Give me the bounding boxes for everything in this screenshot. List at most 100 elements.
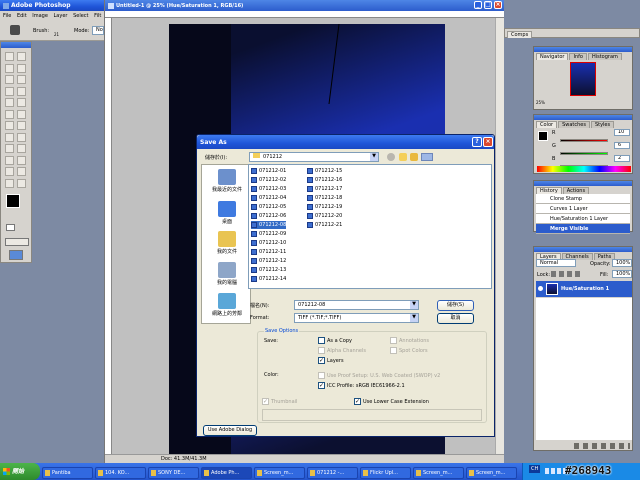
opacity-value[interactable]: 100%	[612, 259, 632, 267]
tool-icon[interactable]	[17, 132, 26, 142]
layers-footer-icons[interactable]	[574, 443, 630, 449]
file-item[interactable]: 071212-11	[251, 248, 286, 256]
tool-icon[interactable]	[17, 109, 26, 119]
place-recent-documents[interactable]: 我最近的文件	[205, 169, 249, 193]
tool-icon[interactable]	[17, 52, 26, 61]
navigator-preview[interactable]	[570, 62, 596, 96]
tool-icon[interactable]	[5, 63, 14, 73]
start-button[interactable]: 開始	[0, 463, 40, 480]
taskbar-item[interactable]: 104. KO...	[95, 467, 146, 479]
dialog-help-button[interactable]: ?	[472, 137, 482, 147]
place-my-documents[interactable]: 我的文件	[205, 231, 249, 255]
menu-filter[interactable]: Filt	[94, 13, 101, 19]
menu-select[interactable]: Select	[73, 13, 88, 19]
layers-checkbox[interactable]: ✓	[318, 357, 325, 364]
layers-option[interactable]: ✓ Layers	[318, 357, 344, 364]
tool-icon[interactable]	[5, 178, 14, 188]
file-item[interactable]: 071212-14	[251, 275, 286, 283]
layer-row[interactable]: Hue/Saturation 1	[536, 281, 632, 297]
maximize-button[interactable]: □	[484, 1, 492, 9]
tool-icon[interactable]	[17, 75, 26, 84]
tool-icon[interactable]	[17, 63, 26, 73]
format-select[interactable]: TIFF (*.TIF;*.TIFF) ▼	[294, 313, 419, 323]
blend-mode-select[interactable]: Normal	[536, 259, 576, 267]
tool-icon[interactable]	[5, 132, 14, 142]
tab-info[interactable]: Info	[569, 53, 587, 60]
tool-icon[interactable]	[5, 144, 14, 153]
tool-icon[interactable]	[17, 144, 26, 153]
jump-to-imageready-icon[interactable]	[9, 250, 23, 260]
save-in-select[interactable]: 071212 ▼	[249, 152, 379, 162]
file-item[interactable]: 071212-19	[307, 203, 342, 211]
menu-edit[interactable]: Edit	[17, 13, 27, 19]
language-indicator[interactable]: CH	[529, 465, 541, 473]
tool-icon[interactable]	[17, 155, 26, 165]
place-desktop[interactable]: 桌面	[205, 201, 249, 225]
foreground-color-swatch[interactable]	[6, 194, 20, 208]
history-item[interactable]: Curves 1 Layer	[536, 204, 630, 214]
tool-icon[interactable]	[5, 98, 14, 107]
menu-image[interactable]: Image	[32, 13, 48, 19]
quick-mask-icon[interactable]	[6, 224, 15, 231]
lowercase-option[interactable]: ✓ Use Lower Case Extension	[354, 398, 429, 405]
minimize-button[interactable]: _	[474, 1, 482, 9]
screen-mode-icon[interactable]	[5, 238, 29, 246]
mode-select[interactable]: No	[92, 26, 104, 35]
history-item[interactable]: Merge Visible	[536, 224, 630, 234]
taskbar-item[interactable]: Flickr Upl...	[360, 467, 411, 479]
tray-icons[interactable]	[545, 468, 565, 474]
tool-icon[interactable]	[5, 121, 14, 130]
brush-tool-icon[interactable]	[10, 25, 20, 35]
tool-icon[interactable]	[5, 167, 14, 176]
eye-icon[interactable]	[538, 286, 543, 291]
place-my-computer[interactable]: 我的電腦	[205, 262, 249, 286]
file-item[interactable]: 071212-05	[251, 203, 286, 211]
tab-actions[interactable]: Actions	[562, 187, 590, 194]
file-item[interactable]: 071212-10	[251, 239, 286, 247]
lowercase-checkbox[interactable]: ✓	[354, 398, 361, 405]
taskbar-item[interactable]: Pantiba	[42, 467, 93, 479]
dialog-close-button[interactable]: ×	[483, 137, 493, 147]
as-copy-checkbox[interactable]	[318, 337, 325, 344]
file-item[interactable]: 071212-17	[307, 185, 342, 193]
tab-comps[interactable]: Comps	[507, 31, 533, 38]
cancel-button[interactable]: 取消	[437, 313, 474, 324]
filename-input[interactable]: 071212-08 ▼	[294, 300, 419, 310]
icc-profile-option[interactable]: ✓ ICC Profile: sRGB IEC61966-2.1	[318, 382, 405, 389]
file-item[interactable]: 071212-16	[307, 176, 342, 184]
taskbar-item[interactable]: Adobe Ph...	[201, 467, 252, 479]
place-network[interactable]: 網路上的芳鄰	[205, 293, 249, 317]
tool-icon[interactable]	[17, 167, 26, 176]
up-folder-icon[interactable]	[399, 153, 407, 161]
tool-icon[interactable]	[5, 86, 14, 96]
r-value[interactable]: 10	[614, 129, 630, 136]
file-item[interactable]: 071212-20	[307, 212, 342, 220]
file-item[interactable]: 071212-03	[251, 185, 286, 193]
file-item[interactable]: 071212-04	[251, 194, 286, 202]
icc-profile-checkbox[interactable]: ✓	[318, 382, 325, 389]
history-item[interactable]: Clone Stamp	[536, 194, 630, 204]
tool-icon[interactable]	[5, 109, 14, 119]
taskbar-item[interactable]: Screen_m...	[413, 467, 464, 479]
close-button[interactable]: ×	[494, 1, 502, 9]
color-spectrum-bar[interactable]	[537, 166, 631, 172]
tab-histogram[interactable]: Histogram	[587, 53, 622, 60]
tool-icon[interactable]	[5, 52, 14, 61]
views-menu-icon[interactable]	[421, 153, 433, 161]
tab-history[interactable]: History	[536, 187, 562, 194]
tool-icon[interactable]	[17, 86, 26, 96]
tool-icon[interactable]	[5, 75, 14, 84]
as-copy-option[interactable]: As a Copy	[318, 337, 352, 344]
file-item[interactable]: 071212-01	[251, 167, 286, 175]
file-item[interactable]: 071212-08	[251, 221, 287, 229]
tab-color[interactable]: Color	[536, 121, 558, 128]
use-adobe-dialog-button[interactable]: Use Adobe Dialog	[203, 425, 257, 436]
file-item[interactable]: 071212-09	[251, 230, 286, 238]
menu-file[interactable]: File	[3, 13, 11, 19]
file-item[interactable]: 071212-12	[251, 257, 286, 265]
color-fg-swatch[interactable]	[538, 131, 548, 141]
file-item[interactable]: 071212-15	[307, 167, 342, 175]
file-item[interactable]: 071212-02	[251, 176, 286, 184]
file-item[interactable]: 071212-21	[307, 221, 342, 229]
file-list[interactable]: 071212-01 071212-02 071212-03 071212-04 0712…	[248, 164, 492, 289]
